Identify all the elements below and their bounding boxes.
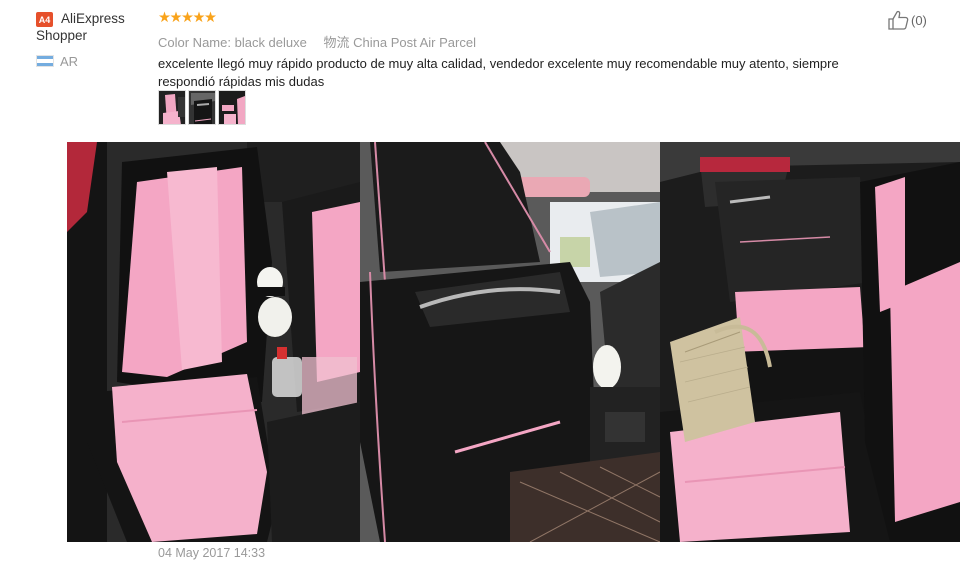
color-name-label: Color Name: [158, 35, 231, 50]
photo-thumbnails [158, 90, 246, 125]
argentina-flag-icon [36, 55, 54, 67]
color-name-value: black deluxe [234, 35, 307, 50]
review-photo-seat-back[interactable] [360, 142, 661, 542]
order-attributes: Color Name: black deluxe 物流 China Post A… [158, 32, 489, 51]
expanded-photos [67, 142, 960, 542]
helpful-count: (0) [911, 12, 927, 28]
review-date: 04 May 2017 14:33 [158, 546, 266, 560]
reviewer-name[interactable]: AliExpress Shopper [36, 10, 146, 44]
star-rating: ★★★★★ [158, 10, 217, 26]
logistics-value: China Post Air Parcel [353, 35, 476, 50]
thumbs-up-icon [888, 10, 909, 30]
photo-thumbnail[interactable] [218, 90, 246, 125]
logistics-label: 物流 [323, 35, 350, 50]
reviewer-country: AR [60, 54, 79, 69]
review-photo-rear-seat[interactable] [660, 142, 960, 542]
helpful-button[interactable]: (0) [887, 10, 927, 30]
photo-thumbnail[interactable] [188, 90, 216, 125]
review-photo-front-seat[interactable] [67, 142, 360, 542]
review-text: excelente llegó muy rápido producto de m… [158, 56, 839, 89]
photo-thumbnail[interactable] [158, 90, 186, 125]
